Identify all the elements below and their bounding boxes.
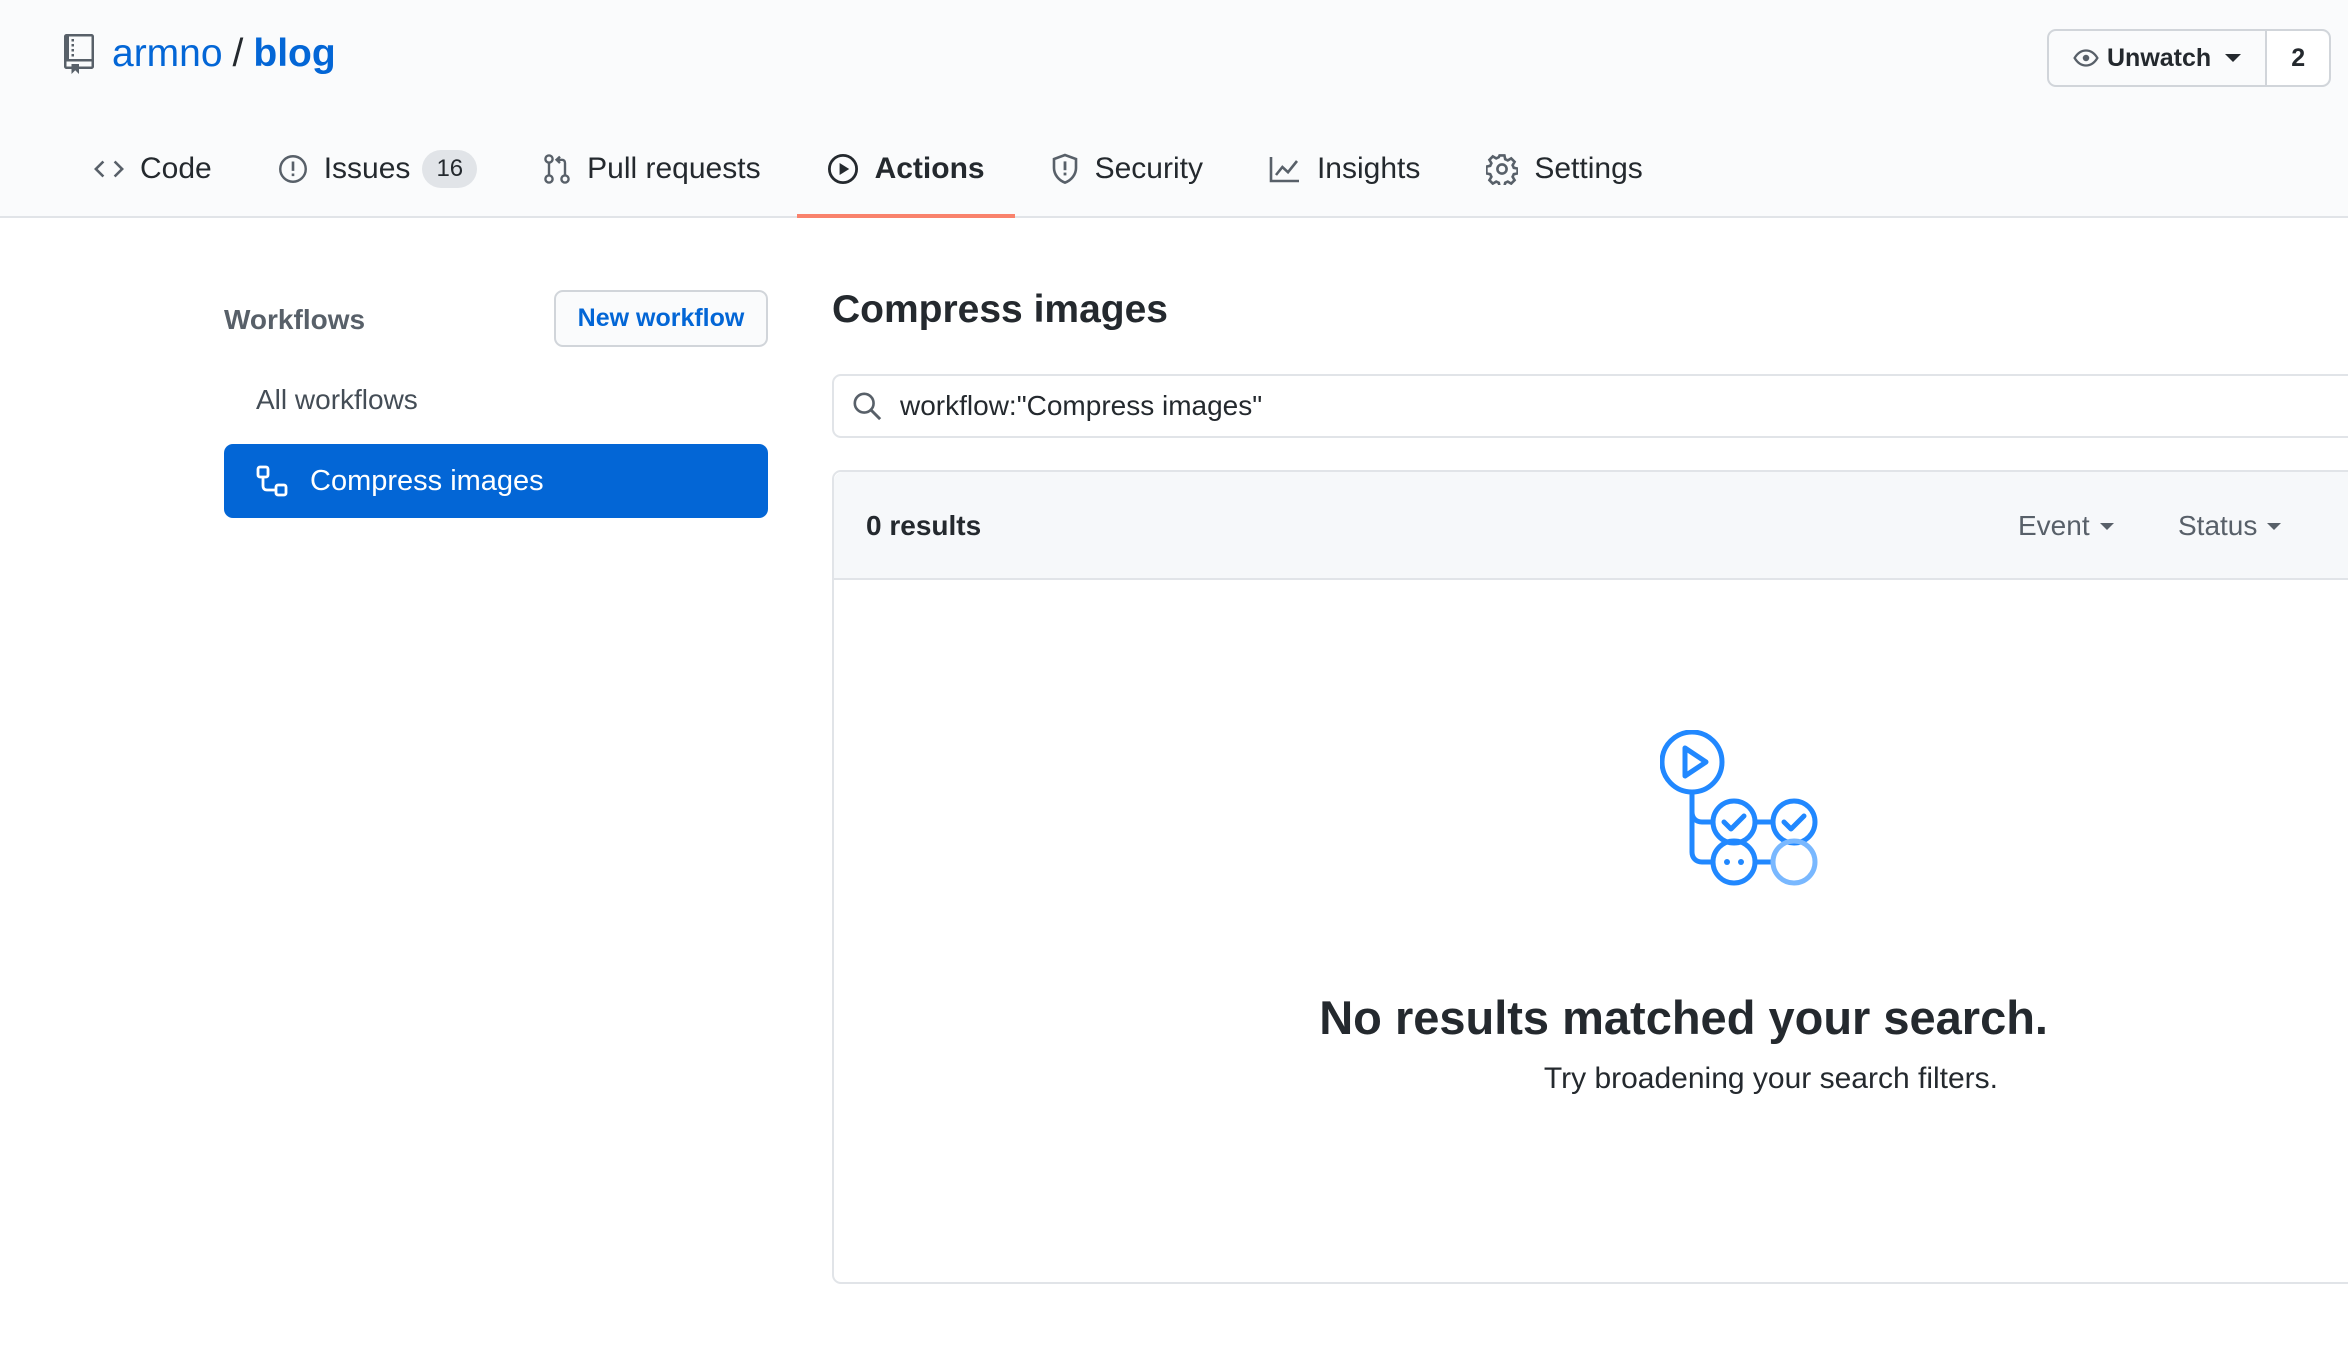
status-filter[interactable]: Status [2178, 510, 2282, 542]
tab-code[interactable]: Code [64, 130, 242, 208]
chevron-down-icon [2099, 522, 2114, 530]
shield-icon [1052, 153, 1077, 184]
unwatch-button[interactable]: Unwatch [2049, 31, 2268, 85]
watchers-count[interactable]: 2 [2267, 31, 2330, 85]
tab-issues[interactable]: Issues 16 [248, 130, 507, 208]
search-icon [853, 392, 882, 421]
search-input[interactable]: workflow:"Compress images" [832, 374, 2348, 438]
empty-state-subtitle: Try broadening your search filters. [1543, 1062, 1998, 1095]
sidebar-header: Workflows New workflow [224, 290, 768, 348]
selected-workflow-label: Compress images [310, 464, 544, 497]
issues-counter: 16 [422, 150, 478, 188]
results-box: 0 results Event Status No results matche… [832, 470, 2348, 1284]
tab-code-label: Code [140, 152, 212, 185]
unwatch-label: Unwatch [2107, 43, 2212, 72]
repo-icon [64, 34, 94, 74]
tab-insights[interactable]: Insights [1239, 130, 1450, 208]
main-content: Compress images workflow:"Compress image… [832, 288, 2348, 1284]
tab-pull-requests-label: Pull requests [587, 152, 761, 185]
tab-settings[interactable]: Settings [1456, 130, 1672, 208]
pull-request-icon [544, 154, 570, 184]
tab-insights-label: Insights [1316, 152, 1421, 185]
chevron-down-icon [2267, 522, 2282, 530]
results-header: 0 results Event Status [834, 472, 2348, 580]
event-filter[interactable]: Event [2018, 510, 2114, 542]
tab-actions-label: Actions [874, 152, 985, 185]
workflow-icon [256, 465, 288, 497]
empty-state-title: No results matched your search. [1319, 991, 2048, 1044]
play-icon [827, 153, 858, 185]
workflow-blankslate-icon [1660, 730, 1818, 886]
tab-settings-label: Settings [1534, 152, 1643, 185]
blankslate: No results matched your search. Try broa… [834, 580, 2348, 1284]
workflows-sidebar: Workflows New workflow All workflows Com… [224, 290, 768, 518]
watch-group: Unwatch 2 [2047, 29, 2332, 87]
sidebar-title: Workflows [224, 304, 366, 335]
eye-icon [2073, 49, 2099, 67]
page-title: Compress images [832, 288, 1168, 331]
chevron-down-icon [2225, 54, 2242, 62]
issue-icon [278, 155, 307, 183]
tab-pull-requests[interactable]: Pull requests [513, 130, 790, 208]
search-value: workflow:"Compress images" [900, 390, 1263, 421]
gear-icon [1486, 154, 1519, 185]
sidebar-item-all-workflows[interactable]: All workflows [256, 384, 418, 416]
tab-security[interactable]: Security [1021, 130, 1233, 208]
repo-tabs: Code Issues 16 Pull requests Actions Sec… [64, 130, 1679, 218]
tab-security-label: Security [1094, 152, 1203, 185]
repo-name-link[interactable]: blog [253, 32, 335, 76]
graph-icon [1269, 157, 1299, 183]
repo-header: armno / blog Unwatch 2 Code Issues 16 Pu… [0, 0, 2348, 218]
tab-actions[interactable]: Actions [796, 130, 1015, 218]
repo-separator: / [232, 32, 244, 75]
repo-title: armno / blog [64, 32, 336, 76]
repo-owner-link[interactable]: armno [112, 32, 223, 76]
results-count: 0 results [866, 510, 982, 541]
new-workflow-button[interactable]: New workflow [554, 290, 768, 347]
code-icon [94, 160, 124, 178]
status-filter-label: Status [2178, 510, 2258, 541]
tab-issues-label: Issues [323, 152, 411, 185]
sidebar-item-compress-images[interactable]: Compress images [224, 444, 768, 518]
event-filter-label: Event [2018, 510, 2090, 541]
